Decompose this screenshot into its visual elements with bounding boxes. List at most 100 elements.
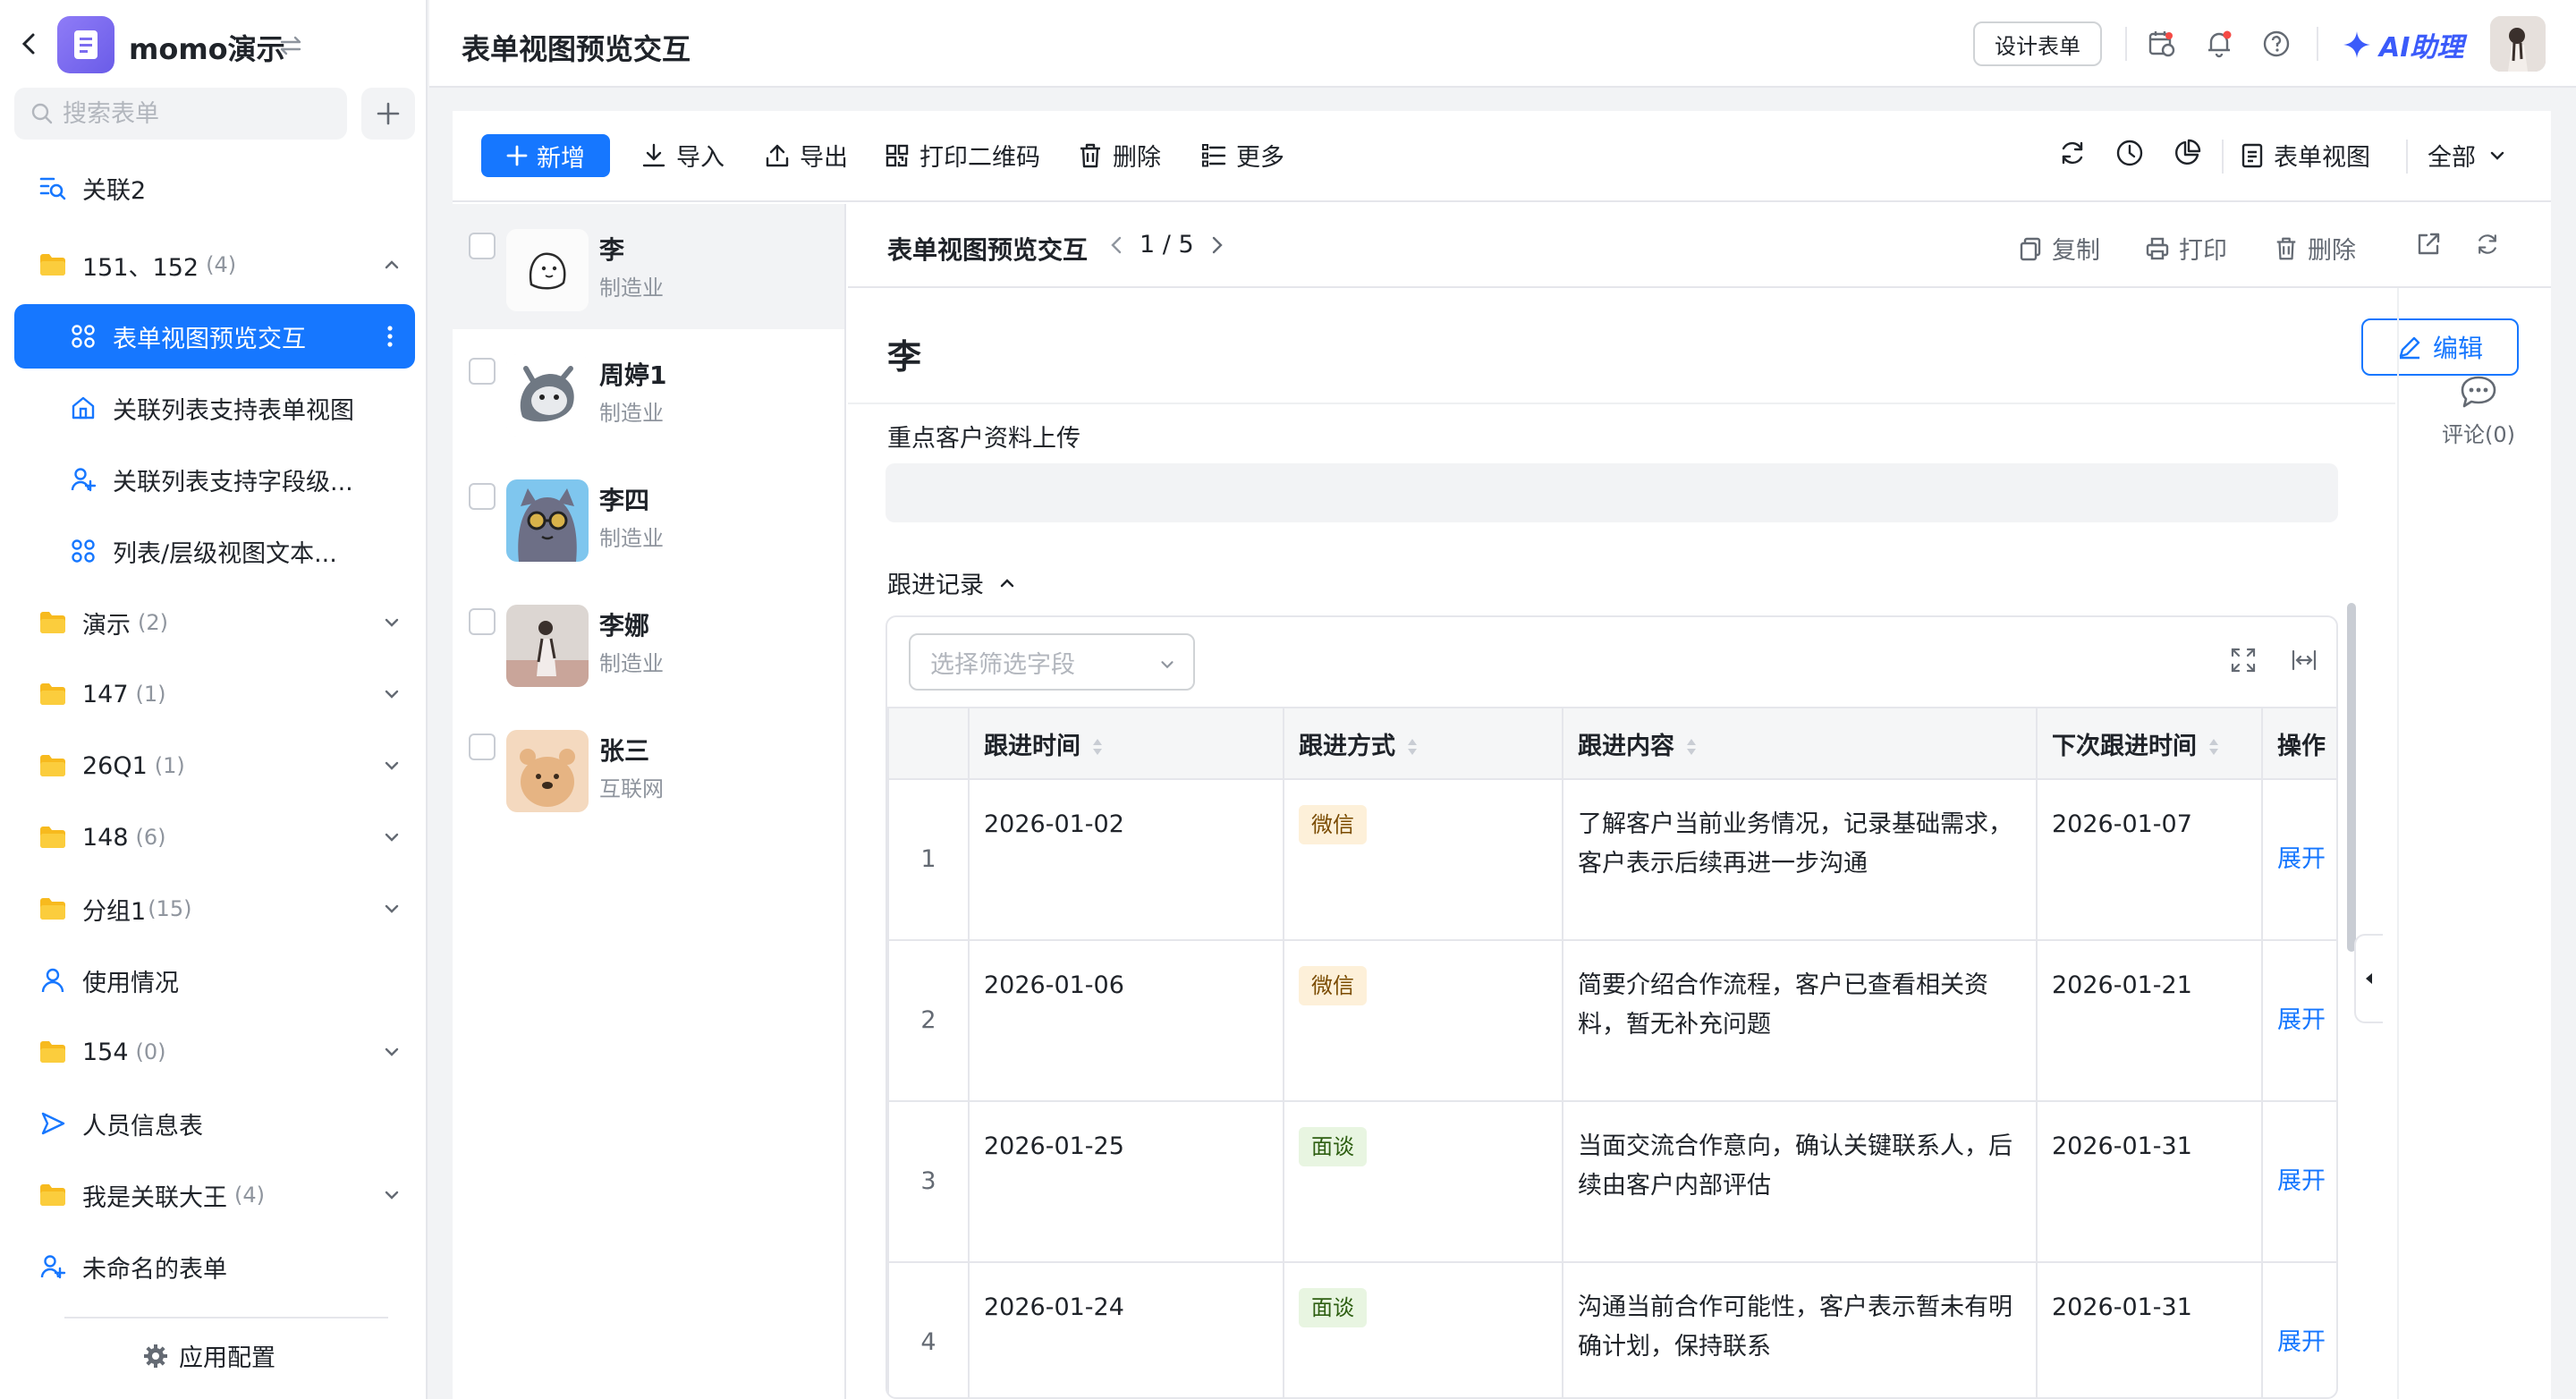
chevron-down-icon[interactable] [381,683,402,705]
print-button[interactable]: 打印 [2145,231,2227,266]
sidebar-item-linked-list-field-level[interactable]: 关联列表支持字段级... [14,447,415,512]
record-card[interactable]: 张三 互联网 [453,705,844,830]
sidebar-item-list-hierarchy-view-text[interactable]: 列表/层级视图文本... [14,519,415,583]
form-search-input[interactable] [63,99,331,128]
fullscreen-icon[interactable] [2229,646,2258,674]
sidebar-item-form-view-preview[interactable]: 表单视图预览交互 [14,304,415,369]
collapse-panel-toggle[interactable] [2354,934,2383,1023]
view-switch-button[interactable]: 表单视图 [2240,138,2370,173]
sidebar-item-personnel-info[interactable]: 人员信息表 [14,1091,415,1156]
pie-chart-icon[interactable] [2172,138,2202,168]
print-qr-button[interactable]: 打印二维码 [884,138,1040,173]
method-tag: 面谈 [1299,1127,1367,1166]
refresh-record-icon[interactable] [2474,231,2510,258]
delete-record-button[interactable]: 删除 [2274,231,2356,266]
sidebar-folder-154[interactable]: 154 (0) [14,1020,415,1084]
sort-icon[interactable] [1406,737,1419,757]
back-arrow-icon[interactable] [16,30,43,57]
column-header-next-time[interactable]: 下次跟进时间 [2036,707,2263,780]
sidebar-item-label: 分组1 [82,897,147,926]
chevron-down-icon[interactable] [381,755,402,776]
cell-next-time: 2026-01-31 [2036,1100,2263,1263]
sidebar-folder-26q1[interactable]: 26Q1 (1) [14,733,415,798]
folder-icon [38,750,68,781]
chevron-down-icon[interactable] [381,612,402,633]
help-icon[interactable] [2261,29,2292,59]
sidebar-folder-151-152[interactable]: 151、152 (4) [14,233,415,297]
column-header-time[interactable]: 跟进时间 [968,707,1284,780]
sidebar-item-untitled-form[interactable]: 未命名的表单 [14,1234,415,1299]
record-checkbox[interactable] [469,233,496,259]
record-card[interactable]: 周婷1 制造业 [453,329,844,454]
chevron-down-icon[interactable] [381,1184,402,1206]
cell-method: 微信 [1283,778,1563,941]
export-label: 导出 [800,144,848,172]
column-header-content[interactable]: 跟进内容 [1562,707,2038,780]
sort-icon[interactable] [1091,737,1104,757]
chevron-up-icon[interactable] [381,254,402,276]
import-button[interactable]: 导入 [640,138,724,173]
clock-icon[interactable] [2114,138,2145,168]
sidebar-item-usage[interactable]: 使用情况 [14,948,415,1013]
sidebar-item-label: 人员信息表 [82,1112,203,1140]
delete-button[interactable]: 删除 [1077,138,1161,173]
refresh-icon[interactable] [2057,138,2088,168]
cell-content: 简要介绍合作流程，客户已查看相关资料，暂无补充问题 [1562,939,2038,1102]
record-checkbox[interactable] [469,733,496,760]
more-button[interactable]: 更多 [1200,138,1284,173]
sort-icon[interactable] [1685,737,1698,757]
filter-field-select[interactable]: 选择筛选字段 [909,633,1195,691]
record-card[interactable]: 李 制造业 [453,204,844,329]
filter-all-label: 全部 [2428,144,2476,172]
export-button[interactable]: 导出 [764,138,848,173]
expand-link[interactable]: 展开 [2261,778,2336,941]
sidebar-folder-link-king[interactable]: 我是关联大王 (4) [14,1163,415,1227]
chevron-down-icon[interactable] [381,827,402,848]
expand-link[interactable]: 展开 [2261,939,2336,1102]
chevron-down-icon[interactable] [381,1041,402,1063]
table-row: 4 2026-01-24 面谈 沟通当前合作可能性，客户表示暂未有明确计划，保持… [887,1261,2336,1397]
design-form-button[interactable]: 设计表单 [1973,21,2102,66]
comments-button[interactable]: 评论(0) [2438,374,2519,448]
open-new-window-icon[interactable] [2415,231,2451,258]
form-search-box [14,88,347,140]
copy-button[interactable]: 复制 [2018,231,2100,266]
record-avatar [506,479,589,562]
followup-section-toggle[interactable]: 跟进记录 [887,565,1018,600]
detail-form-title: 表单视图预览交互 [887,235,1089,265]
add-form-button[interactable] [361,88,415,140]
bell-icon[interactable] [2204,29,2234,59]
sidebar-item-link2[interactable]: 关联2 [14,156,415,220]
sidebar-folder-demo[interactable]: 演示 (2) [14,590,415,655]
sidebar-item-count: (15) [148,896,192,921]
sidebar-item-linked-list-form-view[interactable]: 关联列表支持表单视图 [14,376,415,440]
record-checkbox[interactable] [469,358,496,385]
sidebar-folder-group1[interactable]: 分组1 (15) [14,877,415,941]
record-checkbox[interactable] [469,483,496,510]
chevron-down-icon[interactable] [381,898,402,920]
column-width-icon[interactable] [2290,646,2318,674]
chevron-left-icon[interactable] [1107,234,1127,256]
record-industry: 互联网 [599,776,664,801]
main-panel: 新增 导入 导出 打印二维码 删除 更多 表单视图 全部 李 制造业 周婷1 制… [453,111,2551,1399]
calendar-clock-icon[interactable] [2147,29,2177,59]
expand-link[interactable]: 展开 [2261,1261,2336,1397]
switch-app-icon[interactable] [277,32,304,59]
filter-all-dropdown[interactable]: 全部 [2428,138,2508,173]
chevron-right-icon[interactable] [1207,234,1226,256]
sidebar-folder-147[interactable]: 147 (1) [14,662,415,726]
new-record-button[interactable]: 新增 [481,134,610,177]
more-vertical-icon[interactable] [386,324,394,349]
expand-link[interactable]: 展开 [2261,1100,2336,1263]
sidebar-folder-148[interactable]: 148 (6) [14,805,415,869]
app-config-button[interactable]: 应用配置 [143,1338,275,1373]
user-avatar[interactable] [2490,16,2546,72]
record-card[interactable]: 李四 制造业 [453,454,844,580]
upload-field-value[interactable] [886,463,2338,522]
sort-icon[interactable] [2207,737,2220,757]
column-header-method[interactable]: 跟进方式 [1283,707,1563,780]
ai-assistant-button[interactable]: AI助理 [2342,25,2463,64]
record-checkbox[interactable] [469,608,496,635]
record-card[interactable]: 李娜 制造业 [453,580,844,705]
vertical-scrollbar[interactable] [2347,603,2356,952]
